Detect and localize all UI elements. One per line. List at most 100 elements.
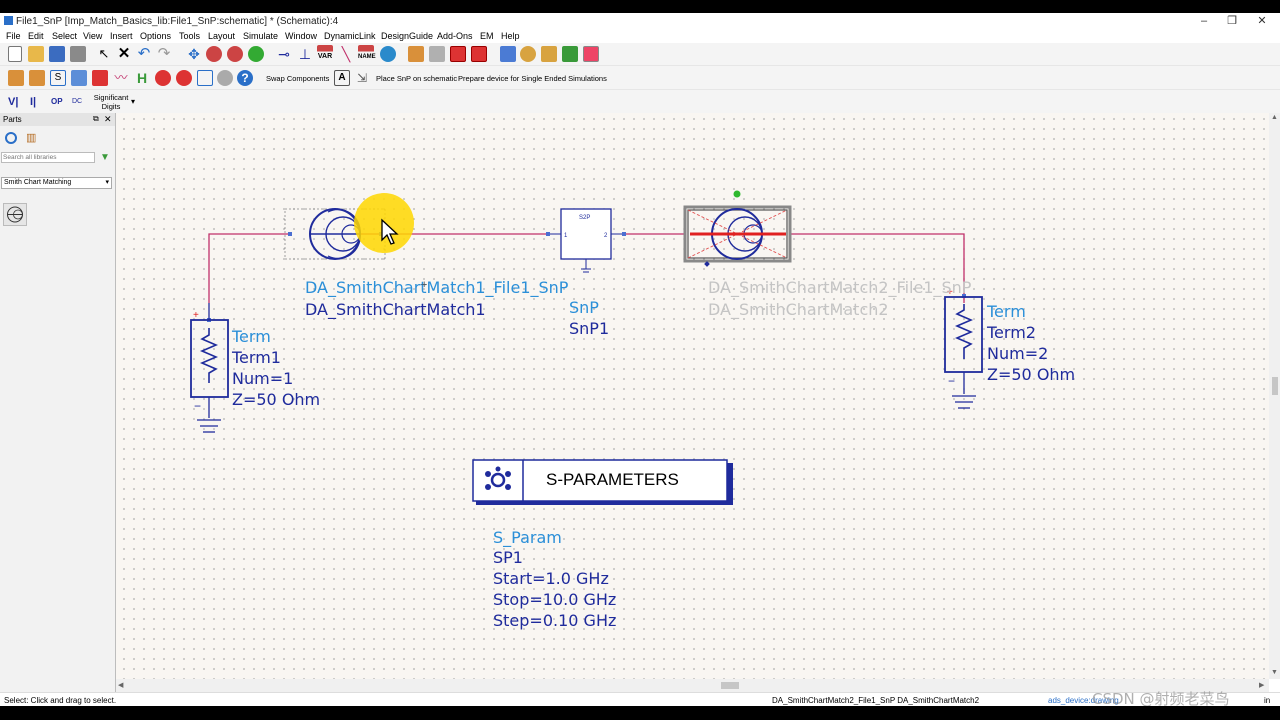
resistor-icon [199, 328, 219, 383]
menu-layout[interactable]: Layout [208, 31, 235, 41]
ground-icon[interactable]: ⊸ [276, 46, 292, 62]
term2-symbol[interactable]: + − [944, 287, 983, 409]
redo-icon[interactable]: ↷ [156, 46, 172, 62]
rotate-handle[interactable] [733, 190, 741, 198]
name-icon[interactable]: NAME [358, 45, 376, 61]
smith-chart-match-2[interactable] [683, 190, 792, 267]
history-icon[interactable] [5, 132, 17, 144]
menu-em[interactable]: EM [480, 31, 494, 41]
rotate-icon[interactable] [380, 46, 396, 62]
help-icon[interactable]: ? [237, 70, 253, 86]
library-icon[interactable]: ▥ [26, 132, 38, 144]
v-probe-icon[interactable]: V| [8, 94, 24, 110]
menu-bar: File Edit Select View Insert Options Too… [0, 30, 1280, 43]
auto-icon[interactable] [217, 70, 233, 86]
activate-icon[interactable] [471, 46, 487, 62]
wire-icon[interactable]: ╲ [338, 46, 354, 62]
s-icon[interactable]: S [50, 70, 66, 86]
deactivate-icon[interactable] [450, 46, 466, 62]
frame-icon[interactable] [197, 70, 213, 86]
parts-header: Parts ⧉ ✕ [0, 113, 115, 126]
i-probe-icon[interactable]: I| [30, 94, 46, 110]
swap-components-button[interactable]: Swap Components [266, 74, 329, 83]
filter-icon[interactable]: ▼ [100, 152, 110, 163]
menu-help[interactable]: Help [501, 31, 520, 41]
new-icon[interactable] [8, 46, 22, 62]
menu-insert[interactable]: Insert [110, 31, 133, 41]
top-letterbox [0, 0, 1280, 13]
var-icon[interactable]: VAR [317, 45, 333, 61]
simulate-icon[interactable] [500, 46, 516, 62]
float-icon[interactable]: ⧉ [93, 114, 99, 124]
menu-options[interactable]: Options [140, 31, 171, 41]
significant-digits-control[interactable]: Significant Digits [93, 93, 129, 111]
library-select[interactable]: Smith Chart Matching ▾ [1, 177, 112, 189]
close-panel-icon[interactable]: ✕ [104, 114, 112, 125]
schematic-icon[interactable] [71, 70, 87, 86]
scroll-right-icon[interactable]: ▶ [1259, 681, 1264, 689]
place-snp-icon[interactable]: ⇲ [354, 70, 370, 86]
select-arrow-icon[interactable]: ↖ [96, 46, 112, 62]
parts-search-input[interactable] [1, 152, 95, 163]
optimize-icon[interactable] [541, 46, 557, 62]
a-icon[interactable]: A [334, 70, 350, 86]
op-icon[interactable]: OP [51, 94, 67, 110]
tune-icon[interactable] [520, 46, 536, 62]
plot-icon[interactable] [583, 46, 599, 62]
prepare-device-button[interactable]: Prepare device for Single Ended Simulati… [458, 74, 607, 83]
rfile-icon[interactable] [176, 70, 192, 86]
close-button[interactable]: ✕ [1254, 14, 1270, 28]
scroll-up-icon[interactable]: ▲ [1271, 114, 1278, 121]
eye-icon[interactable] [562, 46, 578, 62]
dc-icon[interactable]: DC [72, 94, 88, 110]
sparam-title: S-PARAMETERS [546, 470, 679, 489]
layout-icon[interactable] [92, 70, 108, 86]
menu-dynamiclink[interactable]: DynamicLink [324, 31, 376, 41]
snp-pin-2 [622, 232, 626, 236]
zoom-out-icon[interactable] [227, 46, 243, 62]
print-icon[interactable] [70, 46, 86, 62]
push-down-icon[interactable] [408, 46, 424, 62]
menu-simulate[interactable]: Simulate [243, 31, 278, 41]
menu-edit[interactable]: Edit [28, 31, 44, 41]
menu-window[interactable]: Window [285, 31, 317, 41]
vertical-scroll-thumb[interactable] [1272, 377, 1278, 395]
zoom-fit-icon[interactable] [248, 46, 264, 62]
menu-designguide[interactable]: DesignGuide [381, 31, 433, 41]
place-snp-button[interactable]: Place SnP on schematic [376, 74, 457, 83]
h-icon[interactable]: H [134, 70, 150, 86]
chevron-down-icon[interactable]: ▾ [131, 97, 135, 106]
undo-icon[interactable]: ↶ [136, 46, 152, 62]
snp-instance-label: SnP1 [569, 319, 610, 338]
menu-select[interactable]: Select [52, 31, 77, 41]
pin-1 [288, 232, 292, 236]
csv-icon[interactable] [155, 70, 171, 86]
horizontal-scroll-thumb[interactable] [721, 682, 739, 689]
port-icon[interactable]: ⊥ [297, 46, 313, 62]
scroll-down-icon[interactable]: ▼ [1271, 669, 1278, 676]
snp-block[interactable]: S2P 1 2 [546, 208, 626, 273]
menu-add-ons[interactable]: Add-Ons [437, 31, 473, 41]
zoom-area-icon[interactable] [206, 46, 222, 62]
pop-up-icon[interactable] [429, 46, 445, 62]
menu-tools[interactable]: Tools [179, 31, 200, 41]
waveform-icon[interactable]: 〰 [113, 70, 129, 86]
maximize-button[interactable]: ❐ [1224, 14, 1240, 28]
scroll-left-icon[interactable]: ◀ [118, 681, 123, 689]
open-icon[interactable] [28, 46, 44, 62]
lumped-icon[interactable] [29, 70, 45, 86]
vertical-scrollbar[interactable]: ▲ ▼ [1269, 113, 1280, 679]
wire-term1[interactable] [208, 233, 292, 303]
smith-grid-icon[interactable] [8, 70, 24, 86]
schematic-canvas[interactable]: S2P 1 2 + − + − DA_SmithChartMatch1_File… [116, 113, 1269, 679]
delete-icon[interactable]: ✕ [116, 46, 132, 62]
smith-chart-part[interactable] [3, 203, 27, 226]
menu-file[interactable]: File [6, 31, 21, 41]
window-title: File1_SnP [Imp_Match_Basics_lib:File1_Sn… [16, 16, 339, 27]
save-icon[interactable] [49, 46, 65, 62]
minimize-button[interactable]: – [1196, 14, 1212, 28]
mouse-cursor-icon [381, 218, 399, 245]
term1-symbol[interactable]: + − [190, 303, 229, 433]
move-icon[interactable]: ✥ [186, 46, 202, 62]
menu-view[interactable]: View [83, 31, 102, 41]
